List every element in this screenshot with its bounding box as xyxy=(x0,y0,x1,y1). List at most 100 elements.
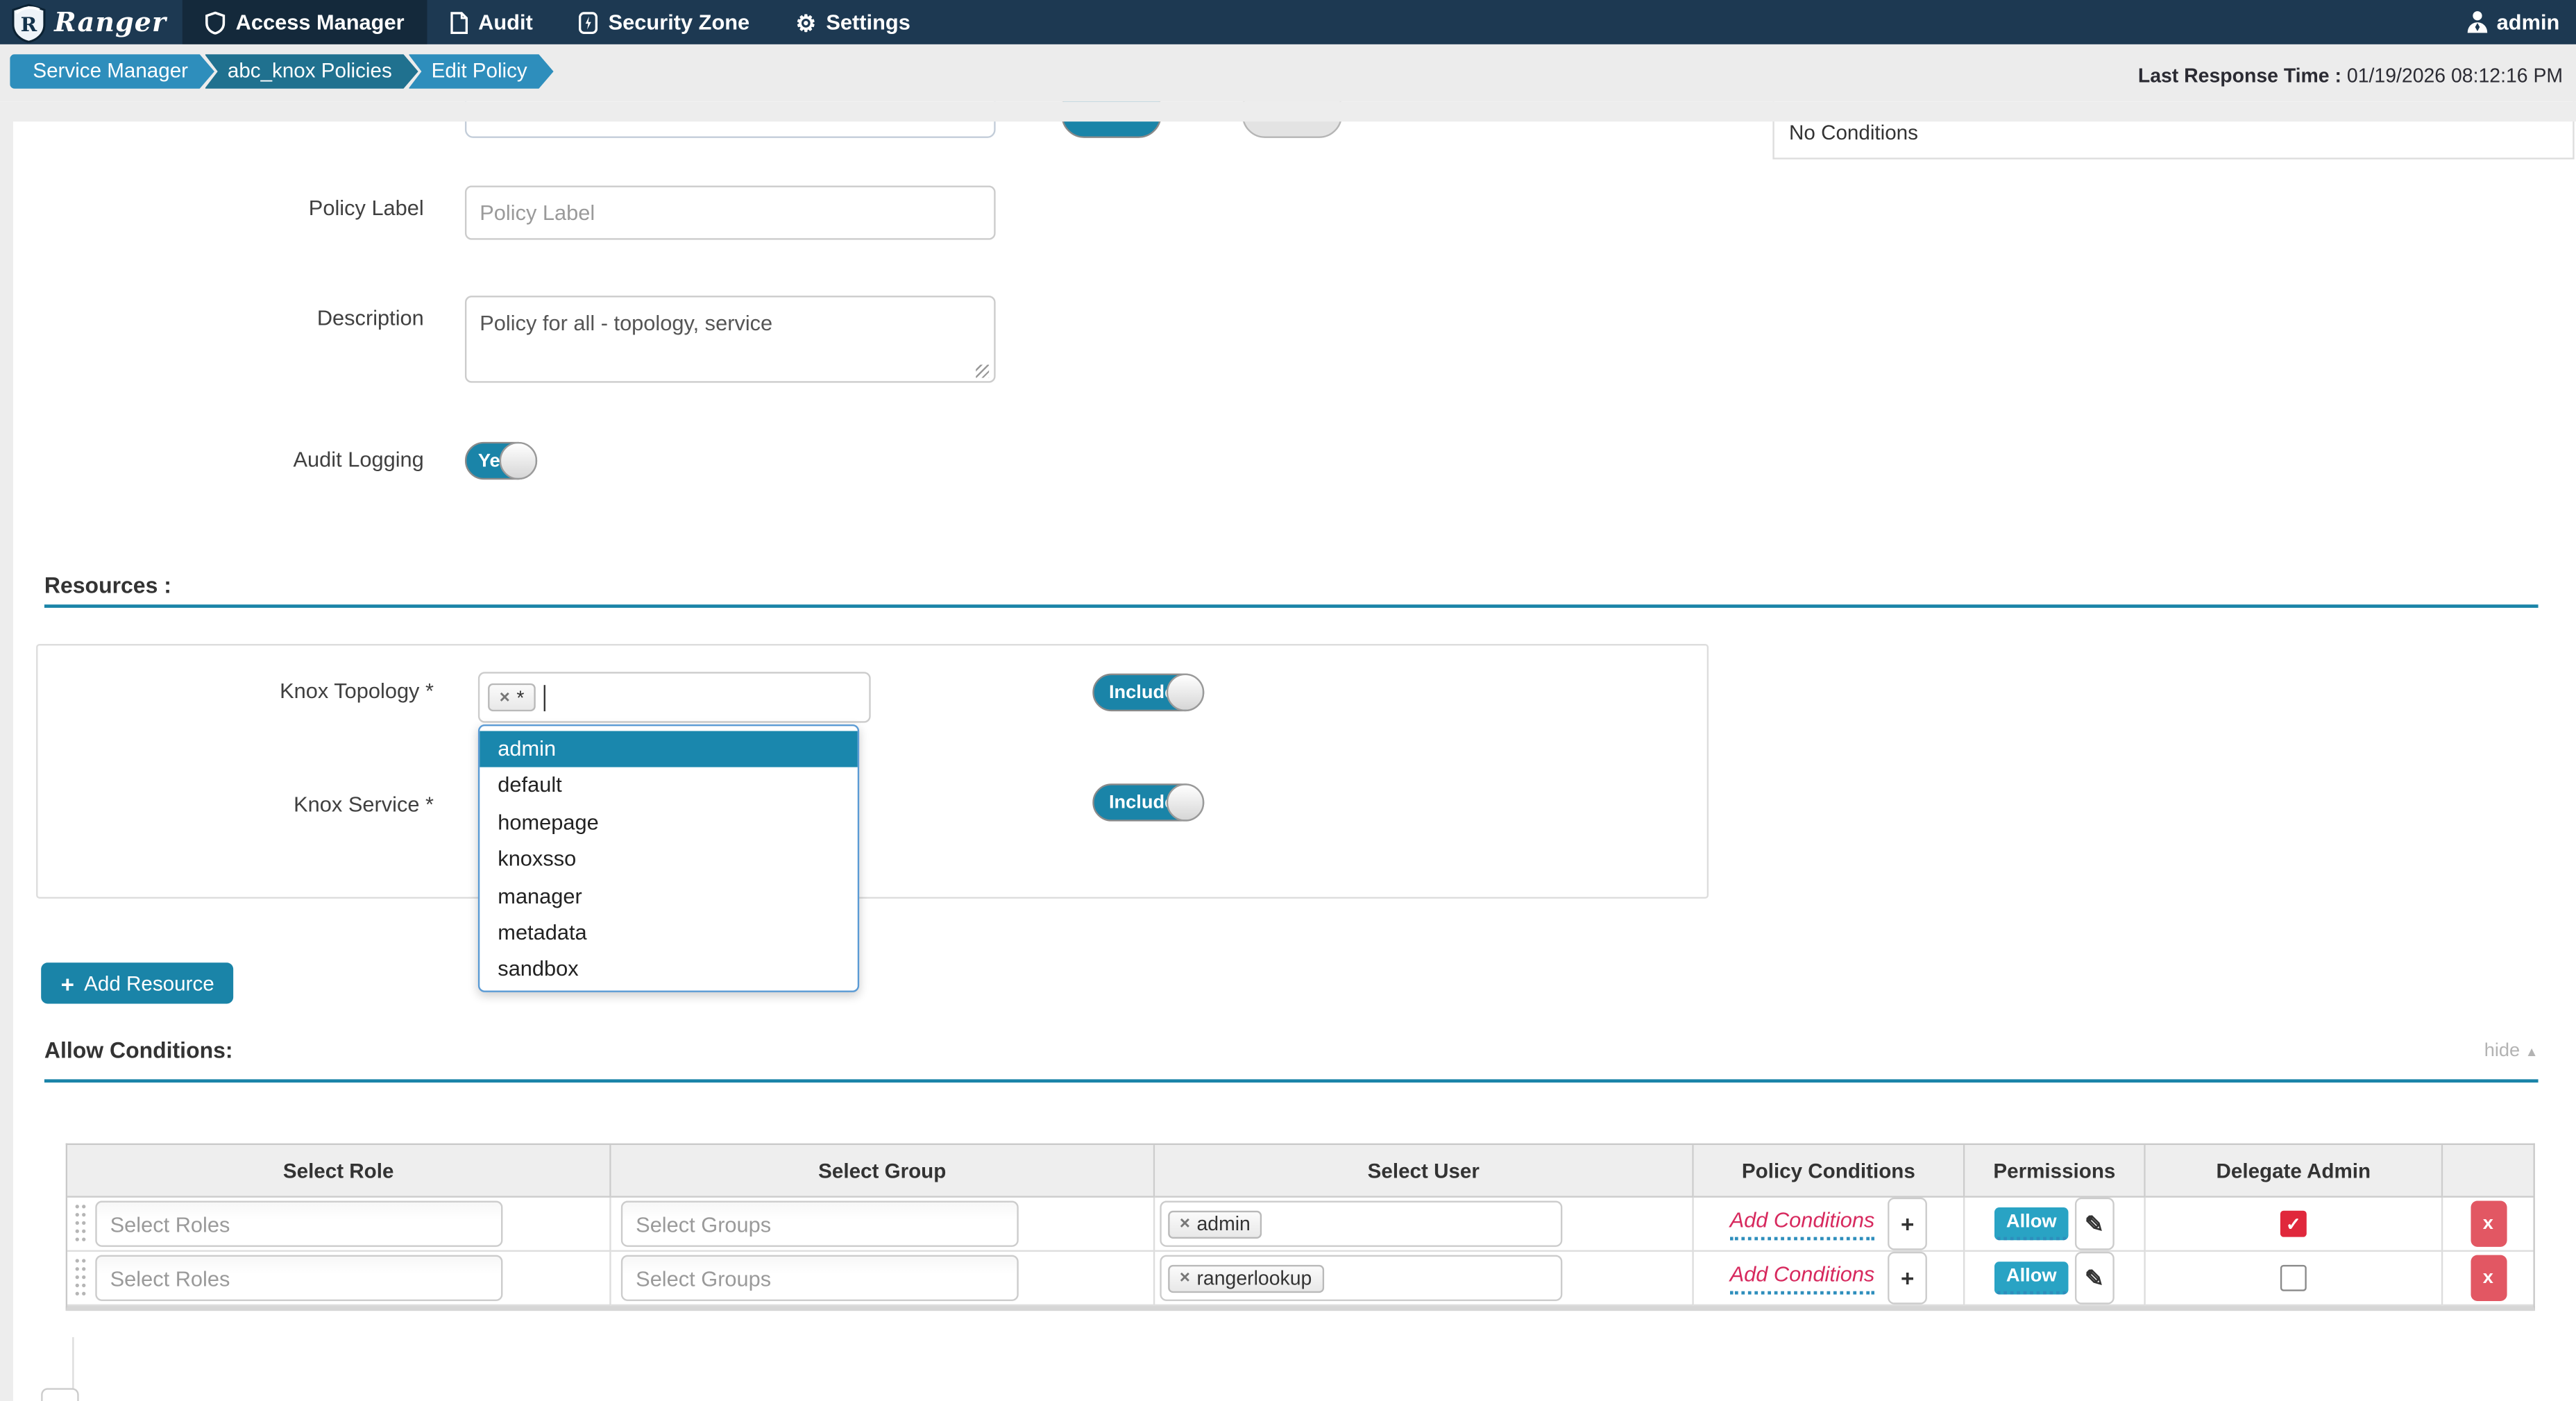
last-response-time: Last Response Time : 01/19/2026 08:12:16… xyxy=(2138,64,2563,87)
plus-icon: + xyxy=(1901,1211,1914,1237)
add-condition-button[interactable]: + xyxy=(1888,1252,1927,1305)
delegate-admin-checkbox[interactable]: ✓ xyxy=(2280,1211,2307,1237)
delete-row-button[interactable]: x xyxy=(2470,1255,2506,1301)
tag-label: admin xyxy=(1196,1212,1250,1235)
check-icon: ✓ xyxy=(2286,1213,2301,1234)
gear-icon: ⚙ xyxy=(795,10,816,33)
toggle-knob xyxy=(1167,674,1204,711)
table-row-cell xyxy=(611,1198,1155,1252)
policy-label-label: Policy Label xyxy=(197,196,424,221)
dropdown-option-admin[interactable]: admin xyxy=(480,731,857,767)
permission-chip[interactable]: Allow xyxy=(1994,1262,2068,1294)
remove-tag-icon[interactable]: × xyxy=(1180,1268,1190,1288)
text-cursor xyxy=(544,684,545,711)
description-textarea[interactable]: Policy for all - topology, service xyxy=(465,296,996,382)
select-roles-input[interactable] xyxy=(95,1201,502,1247)
ranger-brand[interactable]: R Ranger xyxy=(0,0,183,44)
nav-audit[interactable]: Audit xyxy=(427,0,556,44)
user-tag: × admin xyxy=(1168,1210,1262,1238)
allow-conditions-table: Select Role Select Group Select User Pol… xyxy=(66,1144,2535,1311)
table-row-cell: ✓ xyxy=(2146,1252,2443,1306)
delete-x-icon: x xyxy=(2483,1268,2493,1288)
audit-logging-label: Audit Logging xyxy=(197,447,424,472)
hide-label: hide xyxy=(2484,1042,2520,1061)
select-groups-input[interactable] xyxy=(621,1255,1019,1301)
nav-access-manager[interactable]: Access Manager xyxy=(183,0,427,44)
audit-logging-toggle[interactable]: Yes xyxy=(465,442,537,479)
last-response-label: Last Response Time : xyxy=(2138,64,2341,87)
caret-up-icon: ▲ xyxy=(2525,1045,2539,1060)
remove-tag-icon[interactable]: × xyxy=(1180,1214,1190,1233)
breadcrumb-edit-policy[interactable]: Edit Policy xyxy=(408,54,553,89)
col-header-select-user: Select User xyxy=(1155,1145,1693,1198)
selected-topology-tag: × * xyxy=(488,683,536,711)
drag-handle[interactable] xyxy=(74,1257,87,1300)
breadcrumb-policies[interactable]: abc_knox Policies xyxy=(205,54,418,89)
last-response-value: 01/19/2026 08:12:16 PM xyxy=(2347,64,2563,87)
table-row-cell xyxy=(67,1252,611,1306)
nav-item-label: Settings xyxy=(826,10,910,35)
brand-name: Ranger xyxy=(54,6,167,37)
dropdown-option-sandbox[interactable]: sandbox xyxy=(480,952,857,989)
drag-handle[interactable] xyxy=(74,1203,87,1246)
edit-permissions-button[interactable]: ✎ xyxy=(2075,1252,2115,1305)
remove-tag-icon[interactable]: × xyxy=(500,688,510,707)
breadcrumb-service-manager[interactable]: Service Manager xyxy=(10,54,214,89)
select-roles-input[interactable] xyxy=(95,1255,502,1301)
table-row-cell: x xyxy=(2443,1198,2533,1252)
topology-include-toggle[interactable]: Include xyxy=(1092,674,1204,711)
top-band xyxy=(0,102,2576,121)
add-row-button-partial[interactable]: + xyxy=(41,1388,78,1401)
user-menu[interactable]: admin xyxy=(2466,10,2576,35)
service-include-toggle[interactable]: Include xyxy=(1092,783,1204,821)
hide-link[interactable]: hide ▲ xyxy=(2484,1042,2539,1061)
shield-icon xyxy=(206,10,226,33)
toggle-knob xyxy=(1167,783,1204,821)
knox-service-label: Knox Service * xyxy=(197,792,434,817)
select-user-input[interactable]: × rangerlookup xyxy=(1160,1255,1562,1301)
description-label: Description xyxy=(197,305,424,330)
table-row-cell: × rangerlookup xyxy=(1155,1252,1693,1306)
add-resource-label: Add Resource xyxy=(84,971,214,994)
resize-handle[interactable] xyxy=(976,365,989,378)
user-tag: × rangerlookup xyxy=(1168,1264,1323,1292)
permission-chip[interactable]: Allow xyxy=(1994,1207,2068,1240)
col-header-delegate-admin: Delegate Admin xyxy=(2146,1145,2443,1198)
add-conditions-link[interactable]: Add Conditions xyxy=(1730,1262,1875,1294)
nav-item-label: Security Zone xyxy=(609,10,750,35)
nav-security-zone[interactable]: Security Zone xyxy=(556,0,772,44)
table-row-cell xyxy=(67,1198,611,1252)
main-content: No Conditions Policy Label Description P… xyxy=(0,102,2576,1401)
dropdown-option-manager[interactable]: manager xyxy=(480,878,857,915)
knox-topology-label: Knox Topology * xyxy=(197,679,434,704)
nav-settings[interactable]: ⚙ Settings xyxy=(772,0,933,44)
edit-permissions-button[interactable]: ✎ xyxy=(2075,1198,2115,1250)
add-resource-button[interactable]: + Add Resource xyxy=(41,962,234,1003)
delegate-admin-checkbox[interactable]: ✓ xyxy=(2280,1265,2307,1291)
table-row-cell: × admin xyxy=(1155,1198,1693,1252)
tag-label: * xyxy=(516,686,524,708)
knox-topology-select[interactable]: × * xyxy=(478,672,871,722)
delete-x-icon: x xyxy=(2483,1214,2493,1233)
breadcrumb-bar: Service Manager abc_knox Policies Edit P… xyxy=(0,44,2576,102)
table-row-cell: ✓ xyxy=(2146,1198,2443,1252)
table-row-cell: Add Conditions + xyxy=(1694,1198,1965,1252)
dropdown-option-homepage[interactable]: homepage xyxy=(480,804,857,841)
document-icon xyxy=(450,10,468,33)
left-gutter xyxy=(0,102,13,1401)
select-user-input[interactable]: × admin xyxy=(1160,1201,1562,1247)
dropdown-option-knoxsso[interactable]: knoxsso xyxy=(480,841,857,878)
policy-label-input[interactable] xyxy=(465,186,996,240)
dropdown-option-metadata[interactable]: metadata xyxy=(480,915,857,952)
toggle-knob xyxy=(500,442,537,479)
delete-row-button[interactable]: x xyxy=(2470,1201,2506,1247)
select-groups-input[interactable] xyxy=(621,1201,1019,1247)
plus-icon: + xyxy=(1901,1265,1914,1291)
add-condition-button[interactable]: + xyxy=(1888,1198,1927,1250)
dropdown-option-default[interactable]: default xyxy=(480,767,857,804)
table-row-cell: Allow ✎ xyxy=(1965,1252,2145,1306)
ranger-logo-icon: R xyxy=(12,3,46,42)
plus-icon: + xyxy=(61,970,74,996)
add-conditions-link[interactable]: Add Conditions xyxy=(1730,1207,1875,1240)
tag-label: rangerlookup xyxy=(1196,1266,1312,1289)
